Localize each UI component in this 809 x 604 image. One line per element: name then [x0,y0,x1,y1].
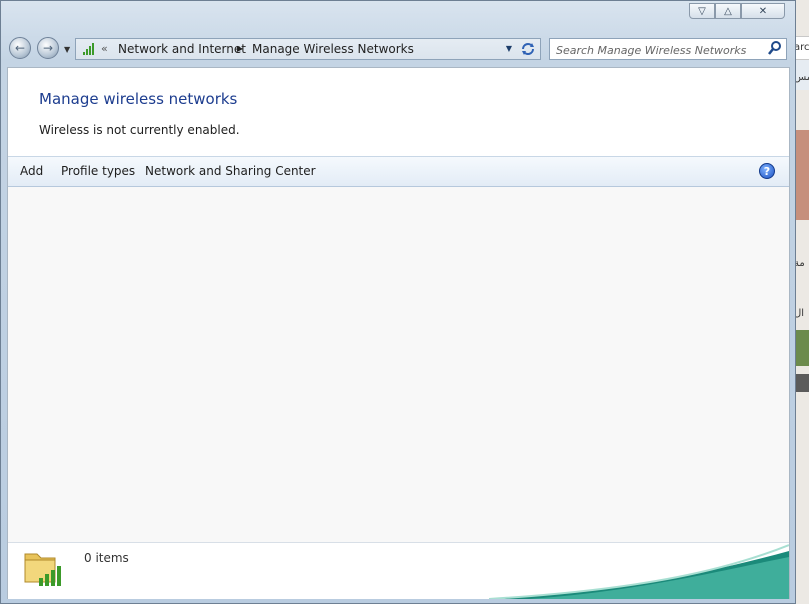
wireless-networks-list[interactable] [8,187,789,542]
details-pane: 0 items [8,542,789,599]
address-dropdown-icon[interactable]: ▼ [506,44,512,53]
wireless-status-text: Wireless is not currently enabled. [39,123,240,137]
close-icon: ✕ [758,5,768,17]
search-icon[interactable] [768,40,782,56]
breadcrumb-manage-wireless-networks[interactable]: Manage Wireless Networks [252,42,414,56]
wireless-signal-icon [83,43,94,55]
decorative-swoosh [489,544,789,599]
help-glyph: ? [763,164,771,178]
background-text: مس [794,72,809,83]
search-input[interactable] [554,41,763,59]
forward-button[interactable]: → [37,37,59,59]
network-and-sharing-center-button[interactable]: Network and Sharing Center [145,164,316,178]
help-icon[interactable]: ? [759,163,775,179]
back-button[interactable]: ← [9,37,31,59]
command-bar: Add Profile types Network and Sharing Ce… [8,156,789,187]
search-box[interactable] [549,38,787,60]
address-box[interactable]: « Network and Internet ▶ Manage Wireless… [75,38,541,60]
explorer-window: ▽ △ ✕ ← → ▼ « Network and Internet ▶ Man [0,0,796,604]
maximize-button[interactable]: △ [715,3,741,19]
breadcrumb-separator-icon[interactable]: ▶ [237,44,243,53]
add-button[interactable]: Add [20,164,43,178]
breadcrumb-network-and-internet[interactable]: Network and Internet [118,42,246,56]
chevron-up-icon: △ [724,5,732,17]
overflow-chevron-icon[interactable]: « [101,42,108,55]
forward-arrow-icon: → [42,41,54,55]
profile-types-button[interactable]: Profile types [61,164,135,178]
item-count: 0 items [84,551,129,565]
wireless-networks-folder-icon [24,553,61,586]
page-title: Manage wireless networks [39,90,238,108]
minimize-button[interactable]: ▽ [689,3,715,19]
back-arrow-icon: ← [14,41,26,55]
caption-buttons: ▽ △ ✕ [689,3,785,19]
background-panel [796,130,809,220]
refresh-icon[interactable] [520,41,536,57]
close-button[interactable]: ✕ [741,3,785,19]
chevron-down-icon: ▽ [698,5,706,17]
recent-pages-dropdown[interactable]: ▼ [64,45,70,54]
address-bar: ← → ▼ « Network and Internet ▶ Manage Wi… [1,33,797,65]
content-area: Manage wireless networks Wireless is not… [7,67,790,599]
